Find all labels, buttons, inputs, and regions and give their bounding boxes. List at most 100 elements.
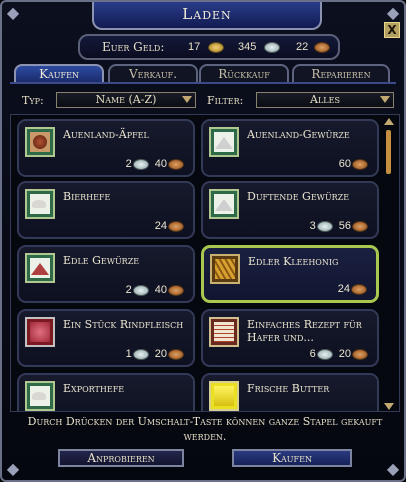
price-copper: 24 (154, 220, 167, 232)
sort-dropdown[interactable]: Name (A-Z) (56, 92, 196, 108)
silver-coin-icon (132, 348, 149, 360)
item-price: 60 (339, 157, 371, 171)
item-name: Exporthefe (63, 382, 125, 395)
tab-divider (10, 82, 396, 84)
price-silver: 3 (309, 220, 316, 232)
apple-icon (25, 127, 55, 157)
item-price: 6 20 (310, 347, 371, 361)
yeast-icon (25, 381, 55, 411)
corner-ornament-icon: ◆ (6, 459, 20, 478)
item-name: Ein Stück Rindfleisch (63, 318, 184, 331)
tab-rueckkauf[interactable]: Rückkauf (199, 64, 289, 82)
item-price: 24 (338, 282, 370, 296)
gold-coin-icon (208, 42, 224, 53)
filter-dropdown[interactable]: Alles (256, 92, 394, 108)
scroll-up-icon[interactable] (384, 118, 394, 125)
recipe-icon (209, 317, 239, 347)
red-spice-icon (25, 253, 55, 283)
list-item[interactable]: Auenland-Äpfel 2 40 (17, 119, 195, 177)
list-item[interactable]: Exporthefe (17, 373, 195, 411)
copper-coin-icon (168, 158, 184, 170)
preview-button[interactable]: Anprobieren (58, 449, 184, 467)
silver-coin-icon (132, 284, 149, 296)
beef-icon (25, 317, 55, 347)
tab-verkaufen[interactable]: Verkauf. (108, 64, 198, 82)
item-price: 3 56 (310, 219, 371, 233)
close-button[interactable]: X (384, 22, 400, 38)
price-silver: 2 (125, 284, 132, 296)
spice-pile-icon (209, 189, 239, 219)
copper-amount: 22 (296, 41, 309, 53)
price-copper: 24 (337, 283, 350, 295)
item-name: Edler Kleehonig (248, 255, 339, 268)
scroll-thumb[interactable] (386, 130, 391, 174)
copper-coin-icon (352, 348, 368, 360)
item-price: 24 (155, 219, 187, 233)
item-list: Auenland-Äpfel 2 40 Auenland-Gewürze 60 … (10, 114, 400, 412)
price-copper: 56 (338, 220, 351, 232)
copper-coin-icon (168, 284, 184, 296)
silver-coin-icon (132, 158, 149, 170)
item-name: Bierhefe (63, 190, 111, 203)
list-item[interactable]: Bierhefe 24 (17, 181, 195, 239)
price-copper: 20 (154, 348, 167, 360)
honeycomb-icon (210, 254, 240, 284)
tab-kaufen[interactable]: Kaufen (14, 64, 104, 82)
price-copper: 40 (154, 284, 167, 296)
list-item[interactable]: Einfaches Rezept für Hafer und... 6 20 (201, 309, 379, 367)
price-copper: 60 (338, 158, 351, 170)
list-item-selected[interactable]: Edler Kleehonig 24 (201, 245, 379, 303)
silver-amount: 345 (238, 41, 257, 53)
copper-coin-icon (351, 283, 367, 295)
price-silver: 2 (125, 158, 132, 170)
copper-coin-icon (352, 220, 368, 232)
sort-dropdown-value: Name (A-Z) (95, 93, 157, 106)
copper-coin-icon (314, 42, 330, 53)
filter-label: Filter: (207, 94, 244, 107)
list-item[interactable]: Duftende Gewürze 3 56 (201, 181, 379, 239)
money-display: Euer Geld: 17 345 22 (78, 34, 340, 60)
price-silver: 1 (125, 348, 132, 360)
gold-amount: 17 (188, 41, 201, 53)
item-name: Auenland-Gewürze (247, 128, 350, 141)
window-title: Laden (92, 2, 322, 30)
list-item[interactable]: Edle Gewürze 2 40 (17, 245, 195, 303)
price-copper: 40 (154, 158, 167, 170)
merchant-window: ◆ ◆ ◆ ◆ Laden X Euer Geld: 17 345 22 Kau… (0, 0, 406, 482)
copper-coin-icon (168, 348, 184, 360)
list-item[interactable]: Ein Stück Rindfleisch 1 20 (17, 309, 195, 367)
item-name: Auenland-Äpfel (63, 128, 149, 141)
list-scrollbar[interactable] (383, 118, 395, 410)
tab-reparieren[interactable]: Reparieren (292, 64, 390, 82)
list-item[interactable]: Auenland-Gewürze 60 (201, 119, 379, 177)
price-copper: 20 (338, 348, 351, 360)
scroll-down-icon[interactable] (384, 403, 394, 410)
chevron-down-icon (380, 96, 390, 103)
shift-hint-text: Durch Drücken der Umschalt-Taste können … (27, 415, 383, 443)
chevron-down-icon (182, 96, 192, 103)
item-price: 2 40 (126, 157, 187, 171)
money-label: Euer Geld: (102, 40, 165, 54)
corner-ornament-icon: ◆ (6, 3, 20, 22)
yeast-icon (25, 189, 55, 219)
type-label: Typ: (22, 94, 44, 107)
corner-ornament-icon: ◆ (386, 459, 400, 478)
list-item[interactable]: Frische Butter (201, 373, 379, 411)
item-price: 2 40 (126, 283, 187, 297)
item-price: 1 20 (126, 347, 187, 361)
item-name: Edle Gewürze (63, 254, 140, 267)
silver-coin-icon (316, 220, 333, 232)
item-name: Frische Butter (247, 382, 330, 395)
spice-pile-icon (209, 127, 239, 157)
copper-coin-icon (168, 220, 184, 232)
silver-coin-icon (264, 42, 280, 53)
corner-ornament-icon: ◆ (386, 3, 400, 22)
filter-dropdown-value: Alles (310, 93, 340, 106)
buy-button[interactable]: Kaufen (232, 449, 352, 467)
item-name: Duftende Gewürze (247, 190, 350, 203)
copper-coin-icon (352, 158, 368, 170)
silver-coin-icon (316, 348, 333, 360)
item-name: Einfaches Rezept für Hafer und... (247, 318, 362, 344)
butter-icon (209, 381, 239, 411)
price-silver: 6 (309, 348, 316, 360)
